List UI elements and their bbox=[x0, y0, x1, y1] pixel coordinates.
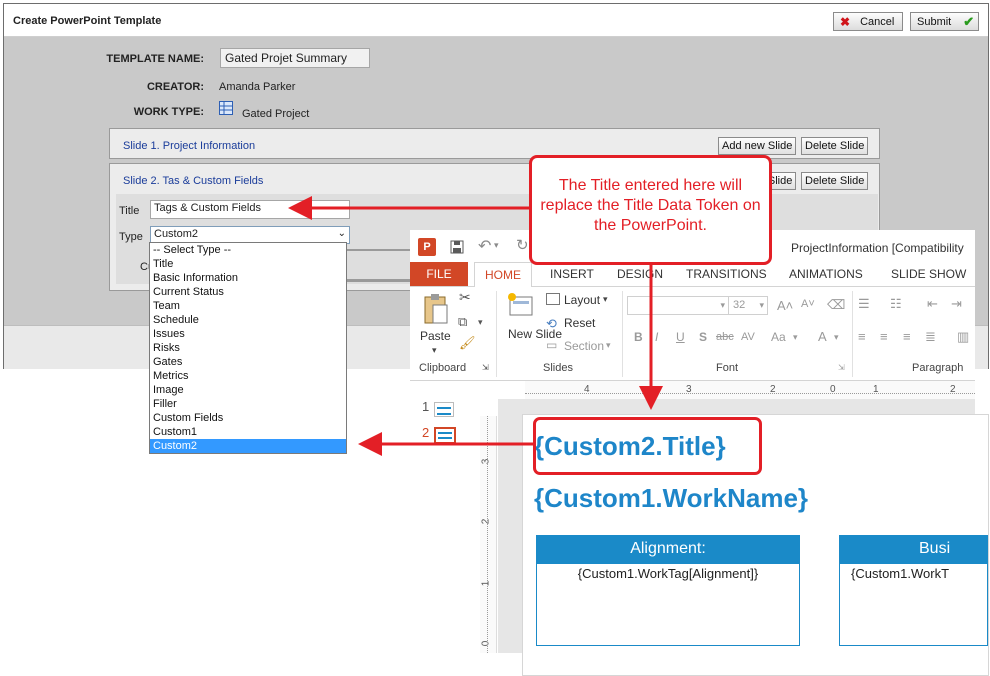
annotation-arrows bbox=[288, 196, 663, 456]
